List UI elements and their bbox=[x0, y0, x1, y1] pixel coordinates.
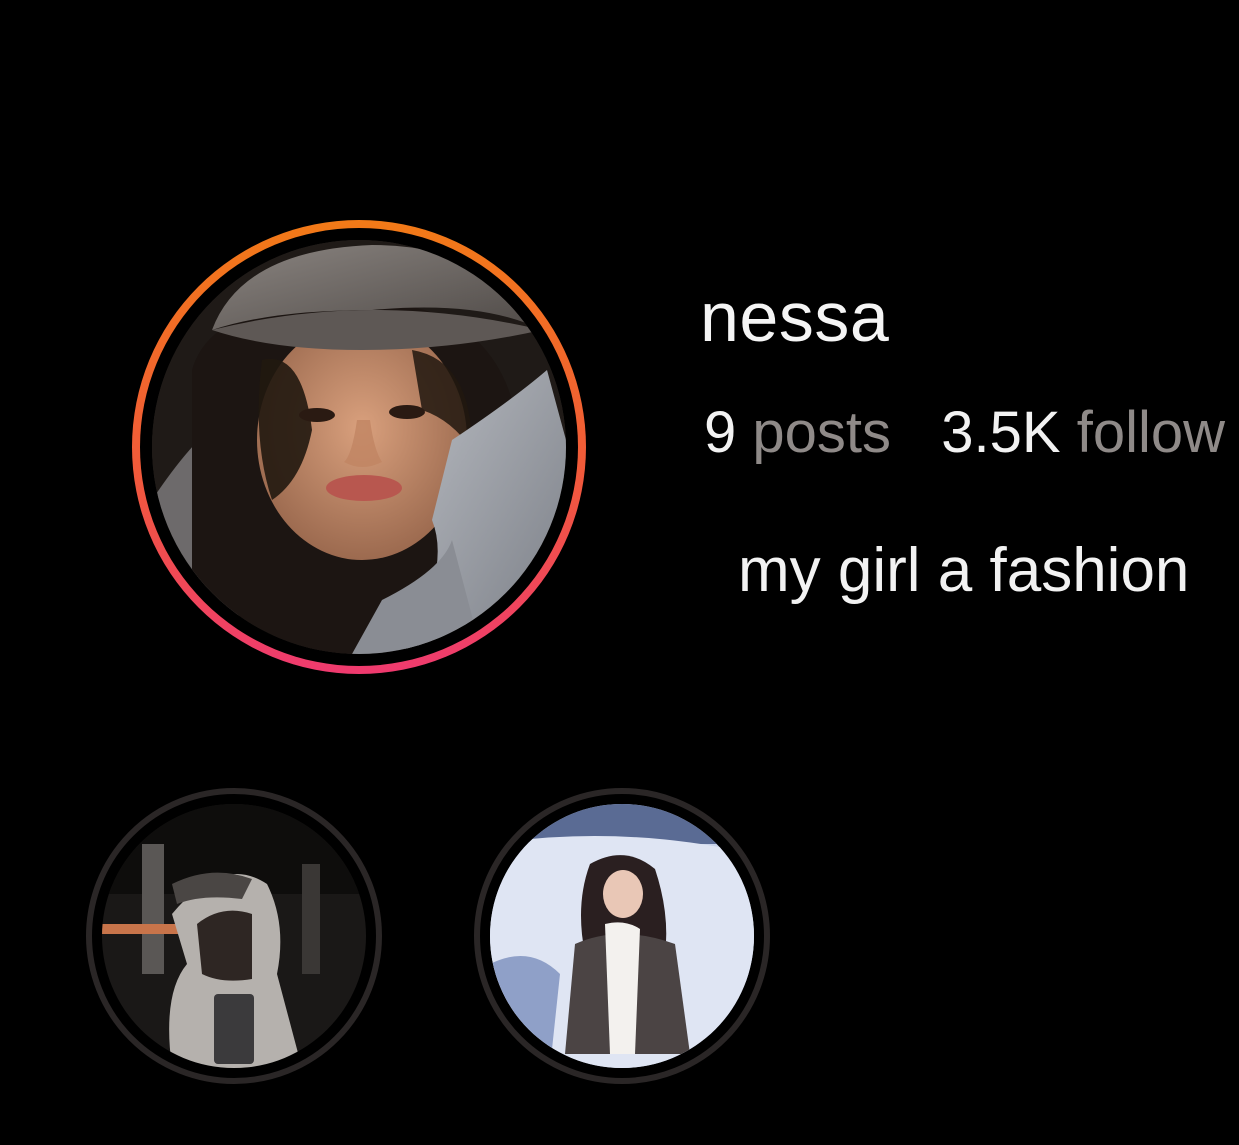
highlight-photo-dark-hoodie-icon bbox=[102, 804, 366, 1068]
avatar-image bbox=[152, 240, 566, 654]
followers-label[interactable]: follow bbox=[1077, 400, 1225, 465]
profile-avatar[interactable] bbox=[152, 240, 566, 654]
profile-stats: 9 posts 3.5K follow bbox=[704, 404, 1225, 462]
highlight-1-image[interactable] bbox=[102, 804, 366, 1068]
profile-username: nessa bbox=[700, 278, 890, 356]
highlight-photo-snow-icon bbox=[490, 804, 754, 1068]
posts-count: 9 bbox=[704, 400, 737, 465]
profile-bio: my girl a fashion bbox=[738, 536, 1190, 605]
posts-label[interactable]: posts bbox=[752, 400, 891, 465]
highlight-2-image[interactable] bbox=[490, 804, 754, 1068]
followers-count[interactable]: 3.5K bbox=[941, 400, 1060, 465]
